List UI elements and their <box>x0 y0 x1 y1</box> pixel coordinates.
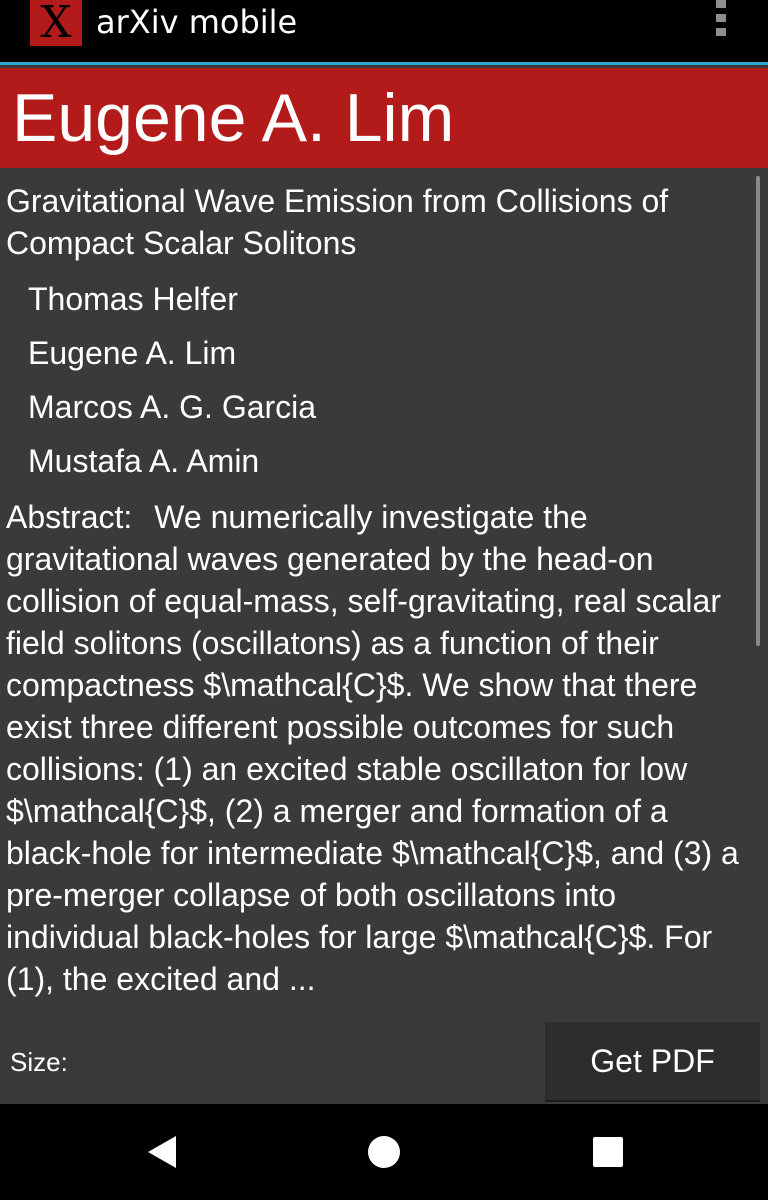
author-header: Eugene A. Lim <box>0 68 768 168</box>
get-pdf-button[interactable]: Get PDF <box>545 1022 760 1102</box>
arxiv-logo-icon: X <box>30 0 82 46</box>
author-list: Thomas Helfer Eugene A. Lim Marcos A. G.… <box>28 272 728 488</box>
author-item[interactable]: Mustafa A. Amin <box>28 434 728 488</box>
home-circle-icon[interactable] <box>364 1132 404 1172</box>
back-triangle-icon[interactable] <box>142 1132 182 1172</box>
abstract: Abstract: We numerically investigate the … <box>6 496 754 1000</box>
system-nav-bar <box>0 1104 768 1200</box>
author-item[interactable]: Eugene A. Lim <box>28 326 728 380</box>
abstract-text: We numerically investigate the gravitati… <box>6 499 739 997</box>
overflow-menu-icon[interactable] <box>712 0 730 42</box>
paper-detail[interactable]: Gravitational Wave Emission from Collisi… <box>0 168 768 1020</box>
paper-title: Gravitational Wave Emission from Collisi… <box>6 183 669 261</box>
author-item[interactable]: Thomas Helfer <box>28 272 728 326</box>
recent-apps-square-icon[interactable] <box>588 1132 628 1172</box>
size-label: Size: <box>10 1047 68 1077</box>
author-item[interactable]: Marcos A. G. Garcia <box>28 380 728 434</box>
action-bar: X arXiv mobile <box>0 0 768 65</box>
bottom-bar: Size: Get PDF <box>0 1020 768 1104</box>
scrollbar[interactable] <box>756 176 760 646</box>
app-title: arXiv mobile <box>96 3 298 41</box>
author-name-title: Eugene A. Lim <box>12 80 455 156</box>
abstract-label: Abstract: <box>6 499 133 535</box>
